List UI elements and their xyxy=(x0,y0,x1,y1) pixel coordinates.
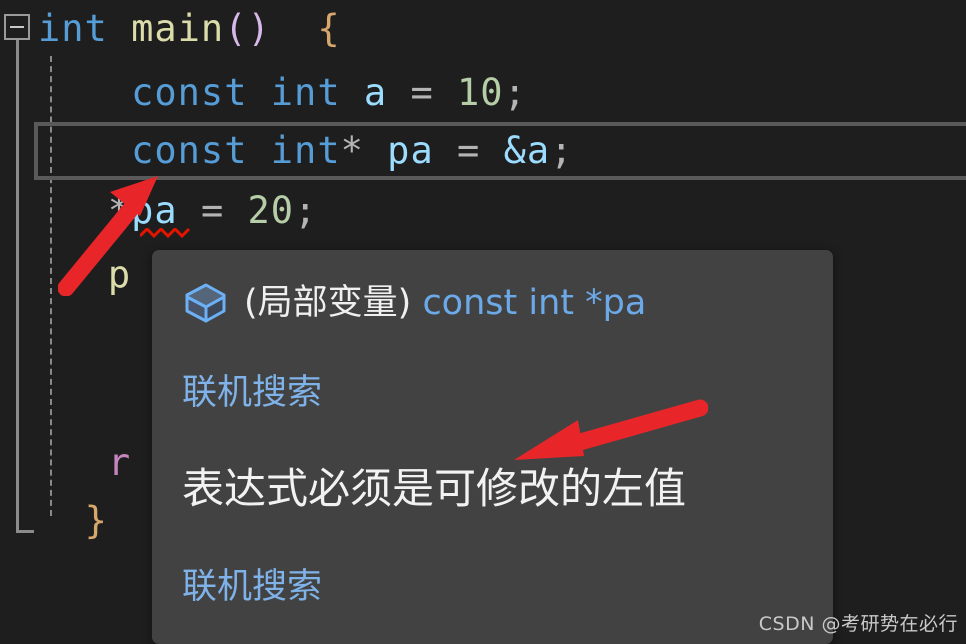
token-assign: = xyxy=(200,189,225,232)
tooltip-signature-row: (局部变量) const int *pa xyxy=(182,280,807,326)
online-search-link-1[interactable]: 联机搜索 xyxy=(182,364,322,415)
token-partial-return: r xyxy=(107,441,132,484)
token-open-brace: { xyxy=(317,7,341,50)
token-keyword-int: int xyxy=(270,129,341,172)
online-search-link-2[interactable]: 联机搜索 xyxy=(182,558,322,609)
token-pointer-star: * xyxy=(340,129,364,172)
token-semicolon: ; xyxy=(294,189,318,232)
token-close-brace: } xyxy=(84,499,108,542)
token-assign: = xyxy=(457,129,481,172)
code-line-1[interactable]: int main() { xyxy=(38,6,341,52)
code-line-2[interactable]: const int a = 10; xyxy=(38,70,527,116)
tooltip-scope-label: (局部变量) xyxy=(244,282,423,323)
fold-collapse-icon[interactable] xyxy=(4,14,30,40)
tooltip-type-signature: const int *pa xyxy=(422,282,647,323)
token-semicolon: ; xyxy=(550,129,574,172)
local-variable-cube-icon xyxy=(182,280,228,326)
quick-info-tooltip: (局部变量) const int *pa 联机搜索 表达式必须是可修改的左值 联… xyxy=(152,250,833,644)
token-keyword-int: int xyxy=(38,7,108,50)
outline-guide-foot xyxy=(16,530,34,533)
code-line-6[interactable]: r xyxy=(38,440,131,486)
token-partial-printf: p xyxy=(107,253,132,296)
token-keyword-int: int xyxy=(270,71,341,114)
token-parens: () xyxy=(224,7,271,50)
token-number-10: 10 xyxy=(457,71,504,114)
token-assign: = xyxy=(410,71,434,114)
token-semicolon: ; xyxy=(503,71,527,114)
tooltip-signature: (局部变量) const int *pa xyxy=(244,284,646,323)
code-line-7[interactable]: } xyxy=(38,498,108,544)
token-keyword-const: const xyxy=(131,71,248,114)
token-number-20: 20 xyxy=(247,189,295,232)
token-function-main: main xyxy=(131,7,225,50)
token-variable-pa: pa xyxy=(131,189,178,232)
error-squiggle-underline xyxy=(140,228,194,238)
tooltip-error-message: 表达式必须是可修改的左值 xyxy=(182,464,687,513)
token-address-of-a: &a xyxy=(503,129,551,172)
token-keyword-const: const xyxy=(131,129,248,172)
token-variable-a: a xyxy=(363,71,388,114)
token-deref-star: * xyxy=(107,189,132,232)
csdn-watermark: CSDN @考研势在必行 xyxy=(758,613,958,635)
token-variable-pa: pa xyxy=(387,129,434,172)
code-line-3[interactable]: const int* pa = &a; xyxy=(38,128,573,174)
code-line-5[interactable]: p xyxy=(38,252,131,298)
outline-guide-line xyxy=(16,40,19,533)
